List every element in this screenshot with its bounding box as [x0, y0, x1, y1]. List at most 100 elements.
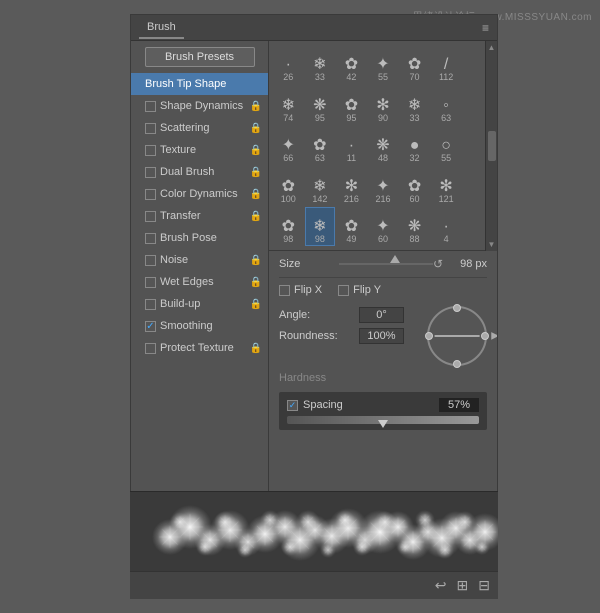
toolbar-icon-grid[interactable]: ⊞: [457, 577, 469, 594]
lock-icon: 🔒: [250, 343, 262, 354]
sidebar-item-transfer[interactable]: Transfer 🔒: [131, 205, 268, 227]
sidebar-item-dual-brush[interactable]: Dual Brush 🔒: [131, 161, 268, 183]
sidebar-item-noise[interactable]: Noise 🔒: [131, 249, 268, 271]
spacing-checkbox[interactable]: ✓: [287, 400, 298, 411]
angle-input[interactable]: [359, 307, 404, 323]
brush-cell-31[interactable]: ✦ 60: [368, 207, 399, 246]
smoothing-checkbox[interactable]: ✓: [145, 321, 156, 332]
sidebar-item-smoothing[interactable]: ✓ Smoothing: [131, 315, 268, 337]
sidebar-item-label: Protect Texture: [160, 342, 234, 354]
brush-cell-1[interactable]: ❄ 33: [305, 45, 336, 84]
brush-cell-3[interactable]: ✦ 55: [368, 45, 399, 84]
brush-cell-15[interactable]: ✿ 63: [305, 126, 336, 165]
brush-cell-26[interactable]: ✻ 121: [431, 166, 462, 205]
shape-dynamics-checkbox[interactable]: [145, 101, 156, 112]
brush-cell-28[interactable]: ✿ 98: [273, 207, 304, 246]
size-slider[interactable]: [339, 257, 433, 271]
brush-icon-12: ◦: [443, 98, 449, 114]
brush-cell-0[interactable]: · 26: [273, 45, 304, 84]
sidebar-item-texture[interactable]: Texture 🔒: [131, 139, 268, 161]
brush-cell-10[interactable]: ✻ 90: [368, 85, 399, 124]
brush-num-22: 142: [312, 195, 327, 204]
lock-icon: 🔒: [250, 123, 262, 134]
brush-icon-24: ✦: [376, 179, 389, 195]
sidebar-item-brush-tip-shape[interactable]: Brush Tip Shape: [131, 73, 268, 95]
lock-icon: 🔒: [250, 167, 262, 178]
sidebar-item-label: Build-up: [160, 298, 200, 310]
lock-icon: 🔒: [250, 145, 262, 156]
spacing-slider-thumb[interactable]: [378, 420, 388, 428]
angle-handle-left[interactable]: [425, 332, 433, 340]
flip-y-checkbox[interactable]: [338, 285, 349, 296]
brush-presets-button[interactable]: Brush Presets: [145, 47, 255, 67]
brush-cell-12[interactable]: ◦ 63: [431, 85, 462, 124]
wet-edges-checkbox[interactable]: [145, 277, 156, 288]
brush-icon-16: ·: [349, 138, 354, 154]
transfer-checkbox[interactable]: [145, 211, 156, 222]
brush-cell-4[interactable]: ✿ 70: [399, 45, 430, 84]
size-value: 98 px: [447, 258, 487, 270]
brush-cell-14[interactable]: ✦ 66: [273, 126, 304, 165]
roundness-label: Roundness:: [279, 330, 359, 342]
circle-arrow-right: ▶: [491, 331, 497, 342]
angle-handle-top[interactable]: [453, 304, 461, 312]
brush-icon-29: ❄: [313, 219, 326, 235]
flip-x-checkbox[interactable]: [279, 285, 290, 296]
noise-checkbox[interactable]: [145, 255, 156, 266]
brush-pose-checkbox[interactable]: [145, 233, 156, 244]
brush-cell-30[interactable]: ✿ 49: [336, 207, 367, 246]
brush-icon-1: ❄: [313, 57, 326, 73]
sidebar-item-label: Texture: [160, 144, 196, 156]
toolbar-icon-undo[interactable]: ↩: [435, 577, 447, 594]
angle-circle[interactable]: [427, 306, 487, 366]
brush-cell-24[interactable]: ✦ 216: [368, 166, 399, 205]
brush-cell-21[interactable]: ✿ 100: [273, 166, 304, 205]
refresh-icon[interactable]: ↺: [433, 257, 443, 271]
brush-cell-32[interactable]: ❋ 88: [399, 207, 430, 246]
brush-cell-9[interactable]: ✿ 95: [336, 85, 367, 124]
brush-cell-25[interactable]: ✿ 60: [399, 166, 430, 205]
brush-cell-19[interactable]: ○ 55: [431, 126, 462, 165]
sidebar-item-shape-dynamics[interactable]: Shape Dynamics 🔒: [131, 95, 268, 117]
sidebar-item-scattering[interactable]: Scattering 🔒: [131, 117, 268, 139]
brush-cell-23[interactable]: ✻ 216: [336, 166, 367, 205]
buildup-checkbox[interactable]: [145, 299, 156, 310]
sidebar-item-brush-pose[interactable]: Brush Pose: [131, 227, 268, 249]
brush-icon-14: ✦: [282, 138, 295, 154]
sidebar-item-color-dynamics[interactable]: Color Dynamics 🔒: [131, 183, 268, 205]
texture-checkbox[interactable]: [145, 145, 156, 156]
brush-cell-18[interactable]: ● 32: [399, 126, 430, 165]
brush-cell-29[interactable]: ❄ 98: [305, 207, 336, 246]
brush-cell-11[interactable]: ❄ 33: [399, 85, 430, 124]
color-dynamics-checkbox[interactable]: [145, 189, 156, 200]
scattering-checkbox[interactable]: [145, 123, 156, 134]
sidebar-item-buildup[interactable]: Build-up 🔒: [131, 293, 268, 315]
brush-cell-5[interactable]: / 112: [431, 45, 462, 84]
panel-tab-brush[interactable]: Brush: [139, 17, 184, 39]
scroll-thumb[interactable]: [488, 131, 496, 161]
brush-num-18: 32: [410, 154, 420, 163]
brush-grid-scrollbar[interactable]: ▲ ▼: [485, 41, 497, 251]
brush-cell-16[interactable]: · 11: [336, 126, 367, 165]
brush-cell-33[interactable]: · 4: [431, 207, 462, 246]
angle-roundness-row: Angle: Roundness:: [279, 302, 487, 366]
brush-cell-7[interactable]: ❄ 74: [273, 85, 304, 124]
brush-cell-8[interactable]: ❋ 95: [305, 85, 336, 124]
brush-cell-2[interactable]: ✿ 42: [336, 45, 367, 84]
protect-texture-checkbox[interactable]: [145, 343, 156, 354]
brush-cell-22[interactable]: ❄ 142: [305, 166, 336, 205]
brush-icon-4: ✿: [408, 57, 421, 73]
toolbar-icon-trash[interactable]: ⊟: [478, 577, 490, 594]
scroll-up-arrow[interactable]: ▲: [486, 41, 497, 52]
sidebar-item-protect-texture[interactable]: Protect Texture 🔒: [131, 337, 268, 359]
angle-handle-right[interactable]: [481, 332, 489, 340]
angle-handle-bottom[interactable]: [453, 360, 461, 368]
roundness-input[interactable]: [359, 328, 404, 344]
brush-icon-7: ❄: [282, 98, 295, 114]
brush-num-0: 26: [283, 73, 293, 82]
brush-cell-17[interactable]: ❋ 48: [368, 126, 399, 165]
sidebar-item-wet-edges[interactable]: Wet Edges 🔒: [131, 271, 268, 293]
panel-menu-icon[interactable]: ≡: [482, 21, 489, 35]
dual-brush-checkbox[interactable]: [145, 167, 156, 178]
scroll-down-arrow[interactable]: ▼: [486, 240, 497, 251]
